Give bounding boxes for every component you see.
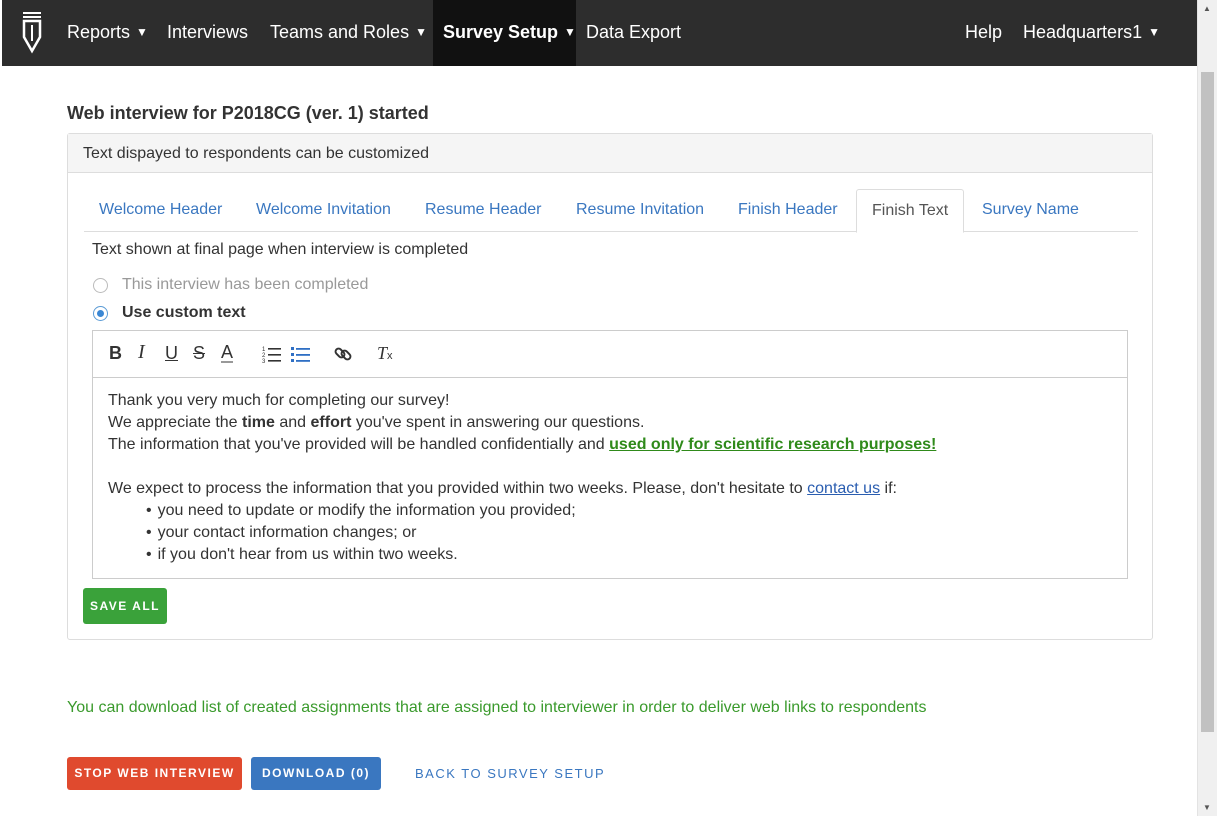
text-color-icon[interactable]: A [221, 343, 234, 363]
tab-finish-header[interactable]: Finish Header [723, 189, 853, 232]
download-button[interactable]: DOWNLOAD (0) [251, 757, 381, 790]
research-purposes-link[interactable]: used only for scientific research purpos… [609, 436, 936, 453]
list-item: if you don't hear from us within two wee… [146, 544, 1112, 566]
nav-reports[interactable]: Reports ▼ [67, 0, 148, 66]
nav-help[interactable]: Help [965, 0, 1002, 66]
radio-button-checked[interactable] [93, 305, 108, 321]
panel-heading: Text dispayed to respondents can be cust… [68, 134, 1152, 173]
app-logo-icon[interactable] [20, 11, 44, 55]
list-item: you need to update or modify the informa… [146, 500, 1112, 522]
editor-content[interactable]: Thank you very much for completing our s… [93, 378, 1127, 578]
rich-text-editor[interactable]: B I U S A 1 2 3 Tx Thank you very much f… [92, 330, 1128, 579]
nav-survey-setup[interactable]: Survey Setup ▼ [433, 0, 576, 66]
chevron-down-icon: ▼ [564, 25, 576, 39]
nav-interviews[interactable]: Interviews [167, 0, 248, 66]
link-icon[interactable] [333, 344, 353, 364]
radio-button[interactable] [93, 277, 108, 293]
nav-data-export[interactable]: Data Export [586, 0, 681, 66]
editor-line: Thank you very much for completing our s… [108, 392, 450, 409]
scroll-thumb[interactable] [1201, 72, 1214, 732]
ordered-list-icon[interactable]: 1 2 3 [262, 345, 282, 363]
scroll-down-arrow-icon[interactable]: ▼ [1203, 803, 1211, 812]
back-to-survey-setup-link[interactable]: BACK TO SURVEY SETUP [415, 766, 605, 781]
editor-bullet-list: you need to update or modify the informa… [146, 500, 1112, 566]
stop-web-interview-button[interactable]: STOP WEB INTERVIEW [67, 757, 242, 790]
list-item: your contact information changes; or [146, 522, 1112, 544]
tab-finish-text[interactable]: Finish Text [856, 189, 965, 233]
option-label: Use custom text [122, 304, 246, 321]
editor-line: We expect to process the information tha… [108, 480, 897, 497]
editor-line: The information that you've provided wil… [108, 436, 937, 453]
option-default-text[interactable]: This interview has been completed [93, 276, 368, 294]
tab-welcome-header[interactable]: Welcome Header [84, 189, 237, 232]
tab-resume-invitation[interactable]: Resume Invitation [561, 189, 719, 232]
contact-us-link[interactable]: contact us [807, 480, 880, 497]
chevron-down-icon: ▼ [415, 25, 427, 39]
underline-icon[interactable]: U [165, 343, 178, 364]
nav-user-menu[interactable]: Headquarters1 ▼ [1023, 0, 1160, 66]
bold-icon[interactable]: B [109, 343, 122, 364]
top-navbar: Reports ▼ Interviews Teams and Roles ▼ Sur… [2, 0, 1197, 66]
option-label: This interview has been completed [122, 276, 369, 293]
italic-icon[interactable]: I [138, 341, 145, 364]
clear-format-icon[interactable]: Tx [377, 343, 393, 364]
nav-teams-and-roles[interactable]: Teams and Roles ▼ [270, 0, 427, 66]
tab-resume-header[interactable]: Resume Header [410, 189, 557, 232]
download-info-text: You can download list of created assignm… [67, 699, 927, 716]
vertical-scrollbar[interactable]: ▲ ▼ [1197, 0, 1217, 816]
chevron-down-icon: ▼ [136, 25, 148, 39]
tab-description: Text shown at final page when interview … [92, 241, 469, 258]
option-custom-text[interactable]: Use custom text [93, 304, 246, 322]
scroll-up-arrow-icon[interactable]: ▲ [1203, 4, 1211, 13]
svg-text:3: 3 [262, 359, 266, 363]
editor-line: We appreciate the time and effort you've… [108, 414, 645, 431]
tab-survey-name[interactable]: Survey Name [967, 189, 1094, 232]
strikethrough-icon[interactable]: S [193, 343, 205, 364]
text-tabs: Welcome Header Welcome Invitation Resume… [84, 189, 1138, 233]
save-all-button[interactable]: SAVE ALL [83, 588, 167, 624]
page-title: Web interview for P2018CG (ver. 1) start… [67, 103, 429, 123]
chevron-down-icon: ▼ [1148, 25, 1160, 39]
bullet-list-icon[interactable] [291, 345, 311, 363]
customization-panel: Text dispayed to respondents can be cust… [67, 133, 1153, 640]
editor-toolbar: B I U S A 1 2 3 Tx [93, 331, 1127, 378]
tab-welcome-invitation[interactable]: Welcome Invitation [241, 189, 406, 232]
